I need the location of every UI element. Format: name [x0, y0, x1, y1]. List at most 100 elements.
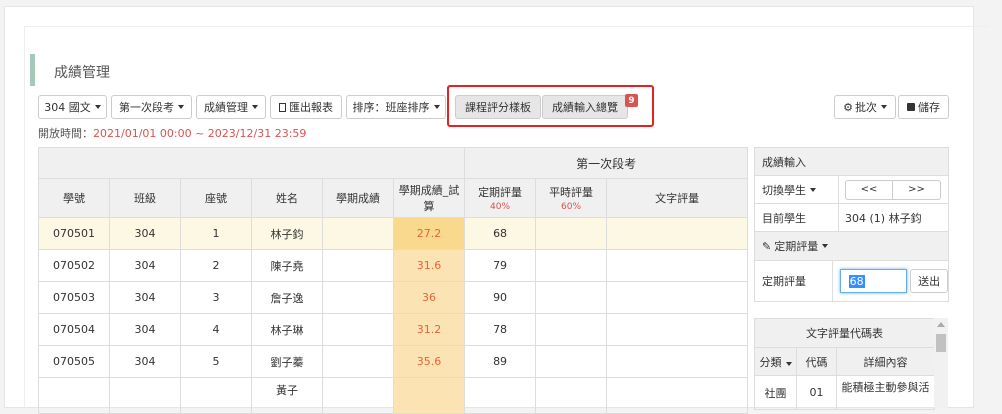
- cell-text[interactable]: [606, 377, 749, 414]
- cell-text[interactable]: [606, 249, 749, 282]
- code-table-scrollbar[interactable]: [934, 318, 948, 408]
- cell-text[interactable]: [606, 281, 749, 314]
- cell-regular[interactable]: [535, 345, 608, 378]
- scrollbar-thumb[interactable]: [936, 334, 946, 352]
- periodic-weight: 40%: [490, 202, 511, 212]
- cell-trial: 35.6: [392, 345, 466, 378]
- cell-trial: 31.2: [392, 313, 466, 346]
- code-detail: 能積極主動參與活: [836, 375, 935, 410]
- cell-name: 劉子蓁: [251, 345, 323, 378]
- text-eval-code-table: 文字評量代碼表 分類 代碼 詳細內容 社團 01 能積極主動參與活: [754, 318, 935, 410]
- save-icon: [907, 103, 915, 111]
- cell-text[interactable]: [606, 217, 749, 250]
- blank-header: [37, 147, 466, 179]
- sort-select[interactable]: 排序：班座排序: [346, 95, 446, 119]
- cell-text[interactable]: [606, 345, 749, 378]
- cell-class: 304: [109, 281, 181, 314]
- panel-heading-label: 成績輸入: [762, 155, 806, 169]
- cell-class: 304: [109, 345, 181, 378]
- batch-dropdown[interactable]: ⚙ 批次: [834, 95, 896, 119]
- prev-student-button[interactable]: <<: [845, 179, 893, 200]
- switch-student-label: 切換學生: [762, 183, 806, 197]
- cell-regular[interactable]: [535, 281, 608, 314]
- eval-type-dropdown[interactable]: ✎ 定期評量: [755, 232, 948, 261]
- cell-semester-score[interactable]: [322, 377, 394, 414]
- class-select[interactable]: 304 國文: [38, 95, 107, 119]
- col-detail: 詳細內容: [836, 347, 935, 376]
- submit-button[interactable]: 送出: [910, 269, 948, 293]
- cell-trial: 27.2: [392, 217, 466, 250]
- cell-name: 陳子堯: [251, 249, 323, 282]
- table-row[interactable]: 070502 304 2 陳子堯 31.6 79: [38, 249, 749, 282]
- cell-class: 304: [109, 313, 181, 346]
- table-row[interactable]: 070503 304 3 詹子逸 36 90: [38, 281, 749, 314]
- cell-seat: 3: [180, 281, 252, 314]
- table-row[interactable]: 070501 304 1 林子鈞 27.2 68: [38, 217, 749, 250]
- cell-regular[interactable]: [535, 249, 608, 282]
- cell-student-no: 070504: [38, 313, 110, 346]
- col-category[interactable]: 分類: [754, 347, 797, 376]
- current-student-row: 目前學生 304 (1) 林子鈞: [755, 203, 948, 232]
- cell-semester-score[interactable]: [322, 217, 394, 250]
- cell-student-no: 070501: [38, 217, 110, 250]
- col-semester-score: 學期成績: [322, 178, 394, 218]
- panel-heading: 成績輸入: [755, 148, 948, 176]
- export-button[interactable]: 匯出報表: [270, 95, 342, 119]
- col-student-no: 學號: [38, 178, 110, 218]
- cell-periodic[interactable]: 78: [464, 313, 537, 346]
- cell-student-no: 070503: [38, 281, 110, 314]
- score-input-value: 68: [848, 274, 865, 288]
- cell-periodic[interactable]: 90: [464, 281, 537, 314]
- cell-semester-score[interactable]: [322, 281, 394, 314]
- cell-text[interactable]: [606, 313, 749, 346]
- cell-periodic[interactable]: 79: [464, 249, 537, 282]
- scroll-up-icon[interactable]: [937, 322, 945, 327]
- cell-seat: 4: [180, 313, 252, 346]
- open-time-value: 2021/01/01 00:00 ~ 2023/12/31 23:59: [93, 127, 307, 140]
- score-input[interactable]: 68: [839, 269, 908, 293]
- code-row[interactable]: 社團 01 能積極主動參與活: [754, 375, 935, 410]
- save-button[interactable]: 儲存: [898, 95, 949, 119]
- manage-select[interactable]: 成績管理: [196, 95, 266, 119]
- cell-semester-score[interactable]: [322, 313, 394, 346]
- cell-name: 林子鈞: [251, 217, 323, 250]
- periodic-label: 定期評量: [478, 186, 523, 199]
- score-entry-row: 定期評量 68 送出: [755, 261, 948, 301]
- switch-student-dropdown[interactable]: 切換學生: [762, 175, 839, 204]
- next-student-button[interactable]: >>: [893, 179, 941, 200]
- export-label: 匯出報表: [289, 101, 333, 114]
- code-table-title: 文字評量代碼表: [754, 318, 935, 348]
- cell-regular[interactable]: [535, 377, 608, 414]
- table-row[interactable]: 070505 304 5 劉子蓁 35.6 89: [38, 345, 749, 378]
- highlight-box: [447, 85, 654, 127]
- sort-select-label: 排序：班座排序: [352, 101, 430, 114]
- cell-regular[interactable]: [535, 217, 608, 250]
- edit-icon: ✎: [762, 239, 772, 253]
- code-category: 社團: [754, 375, 797, 410]
- cell-semester-score[interactable]: [322, 249, 394, 282]
- col-code: 代碼: [796, 347, 837, 376]
- table-row[interactable]: 070504 304 4 林子琳 31.2 78: [38, 313, 749, 346]
- col-category-label: 分類: [759, 355, 782, 369]
- cell-trial: 36: [392, 281, 466, 314]
- cell-periodic[interactable]: 89: [464, 345, 537, 378]
- cell-seat: [180, 377, 252, 414]
- regular-weight: 60%: [561, 202, 582, 212]
- current-student-label: 目前學生: [762, 203, 839, 232]
- cell-periodic[interactable]: [464, 377, 537, 414]
- save-label: 儲存: [918, 101, 940, 114]
- score-field-label: 定期評量: [762, 261, 833, 301]
- cell-semester-score[interactable]: [322, 345, 394, 378]
- col-semester-trial: 學期成績_試算: [392, 178, 466, 218]
- cell-trial: [392, 377, 466, 414]
- chevron-down-icon: [433, 105, 440, 109]
- cell-student-no: [38, 377, 110, 414]
- col-seat: 座號: [180, 178, 252, 218]
- table-row[interactable]: 黃子: [38, 377, 749, 414]
- exam-select[interactable]: 第一次段考: [111, 95, 192, 119]
- class-select-label: 304 國文: [44, 101, 91, 114]
- col-text-eval: 文字評量: [606, 178, 749, 218]
- current-student-value: 304 (1) 林子鈞: [845, 211, 922, 225]
- cell-regular[interactable]: [535, 313, 608, 346]
- cell-periodic[interactable]: 68: [464, 217, 537, 250]
